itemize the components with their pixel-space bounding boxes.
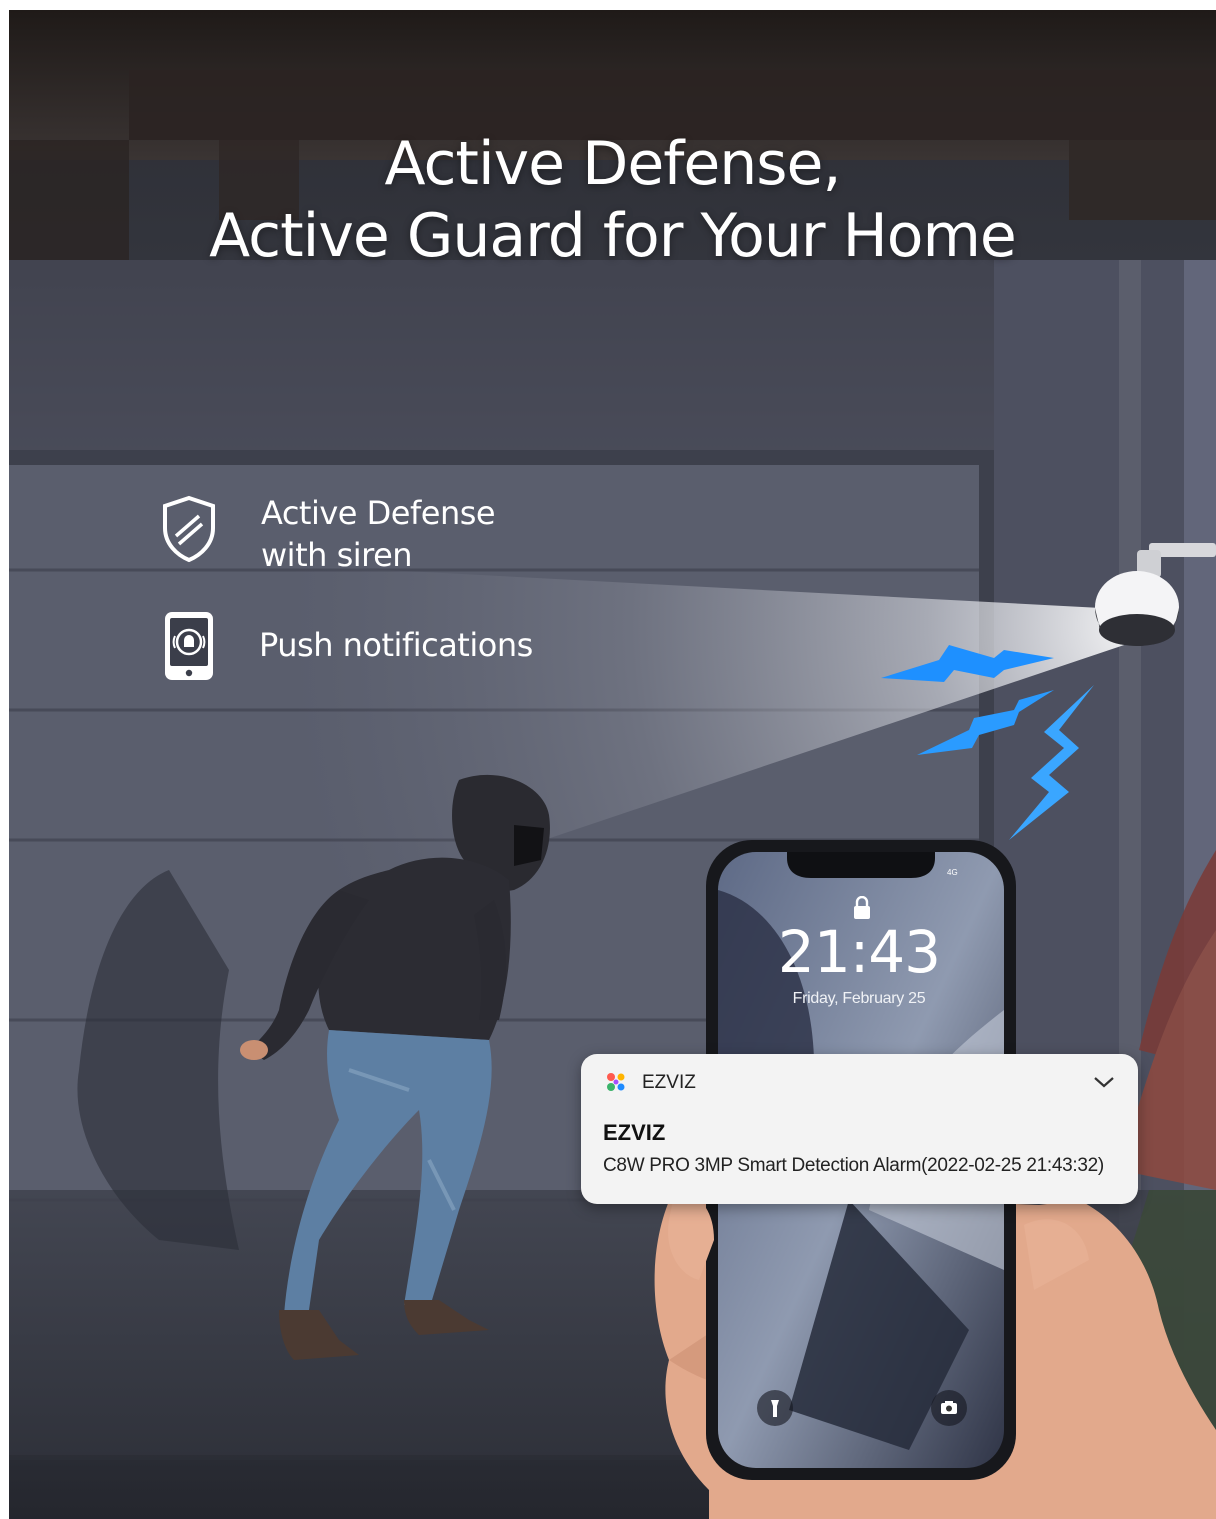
status-bar-network: 4G: [947, 868, 958, 877]
headline-line-2: Active Guard for Your Home: [209, 201, 1017, 271]
feature-push-notifications: Push notifications: [259, 624, 533, 666]
chevron-down-icon[interactable]: [1092, 1072, 1116, 1092]
lock-icon: [854, 896, 870, 919]
headline-line-1: Active Defense,: [384, 129, 841, 199]
hero-image: 4G 21:43 Friday, February 25 Active Defe…: [9, 10, 1216, 1519]
feature-siren: Active Defense with siren: [261, 492, 496, 576]
lockscreen-date: Friday, February 25: [792, 990, 926, 1007]
ezviz-logo-icon: [607, 1073, 625, 1091]
feature-push-notifications-label: Push notifications: [259, 626, 533, 664]
lockscreen-time: 21:43: [777, 918, 941, 986]
feature-siren-line-1: Active Defense: [261, 494, 496, 532]
notification-app-name: EZVIZ: [642, 1072, 696, 1093]
phone-alarm-icon: [165, 612, 213, 680]
camera-button[interactable]: [931, 1390, 967, 1426]
notification-title: EZVIZ: [603, 1120, 666, 1145]
push-notification-card[interactable]: EZVIZ EZVIZ C8W PRO 3MP Smart Detection …: [581, 1054, 1138, 1204]
shield-icon: [163, 495, 215, 563]
notification-body: C8W PRO 3MP Smart Detection Alarm(2022-0…: [603, 1155, 1104, 1176]
camera-icon: [941, 1401, 957, 1414]
flashlight-icon: [771, 1400, 779, 1417]
page-headline: Active Defense, Active Guard for Your Ho…: [9, 128, 1216, 272]
feature-siren-line-2: with siren: [261, 536, 413, 574]
flashlight-button[interactable]: [757, 1390, 793, 1426]
